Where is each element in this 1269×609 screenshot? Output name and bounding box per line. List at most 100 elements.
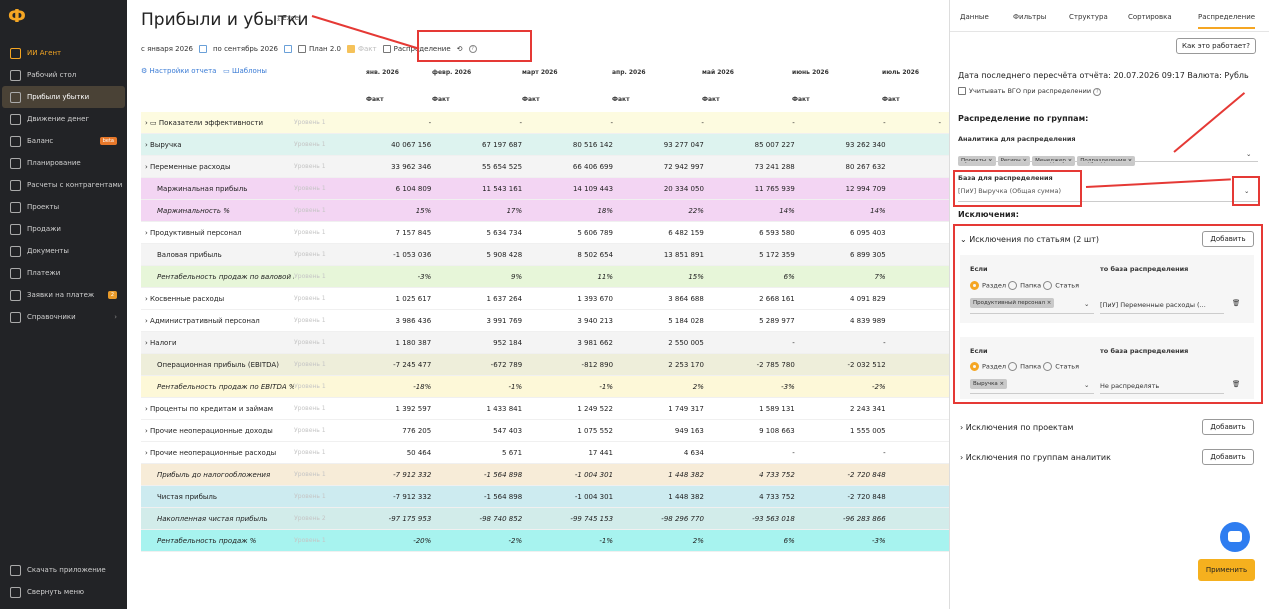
month-header[interactable]: март 2026 bbox=[522, 69, 558, 76]
sidebar-item-label: Продажи bbox=[27, 225, 61, 233]
panel-tab[interactable]: Структура bbox=[1069, 13, 1108, 21]
excel-export-button[interactable]: ⤓ Excel bbox=[277, 14, 301, 23]
rule1-select[interactable]: Продуктивный персонал × bbox=[970, 298, 1056, 308]
table-row[interactable]: Операционная прибыль (EBITDA) Уровень 1 -7… bbox=[141, 354, 949, 376]
table-cell: 4 634 bbox=[683, 448, 704, 457]
table-row[interactable]: Маржинальность % Уровень 1 15% 17% 18% 22% 14%… bbox=[141, 200, 949, 222]
chat-icon[interactable] bbox=[1220, 522, 1250, 552]
sidebar-bottom-item[interactable]: Свернуть меню bbox=[2, 581, 125, 603]
radio-group[interactable]: Раздел Папка Статья bbox=[970, 362, 1079, 371]
sidebar-item[interactable]: Рабочий стол bbox=[2, 64, 125, 86]
chevron-down-icon[interactable]: ⌄ bbox=[1084, 381, 1089, 389]
table-row[interactable]: › Продуктивный персонал Уровень 1 7 157 84… bbox=[141, 222, 949, 244]
plan-checkbox[interactable]: План 2.0 bbox=[298, 45, 341, 53]
table-header-months: янв. 2026 февр. 2026 март 2026 апр. 2026 май… bbox=[141, 69, 949, 81]
then-base-label: то база распределения bbox=[1100, 347, 1189, 355]
apply-button[interactable]: Применить bbox=[1198, 559, 1255, 581]
month-header[interactable]: май 2026 bbox=[702, 69, 734, 76]
table-cell: 93 277 047 bbox=[663, 140, 704, 149]
table-row[interactable]: Накопленная чистая прибыль Уровень 2 -97 1… bbox=[141, 508, 949, 530]
rule2-base-select[interactable]: Не распределять bbox=[1100, 382, 1159, 390]
vgo-checkbox[interactable]: Учитывать ВГО при распределении ? bbox=[958, 87, 1102, 96]
radio-group[interactable]: Раздел Папка Статья bbox=[970, 281, 1079, 290]
table-row[interactable]: Прибыль до налогообложения Уровень 1 -7 91… bbox=[141, 464, 949, 486]
sidebar-item[interactable]: ИИ Агент bbox=[2, 42, 125, 64]
row-label: › Выручка bbox=[141, 141, 294, 149]
sidebar-item[interactable]: Платежи bbox=[2, 262, 125, 284]
documents-icon bbox=[10, 245, 21, 257]
table-row[interactable]: Валовая прибыль Уровень 1 -1 053 036 5 908 … bbox=[141, 244, 949, 266]
row-label: Рентабельность продаж по валовой приб... bbox=[141, 273, 294, 281]
table-cell: -2% bbox=[872, 382, 886, 391]
exclusions-by-articles[interactable]: ⌄ Исключения по статьям (2 шт) bbox=[960, 235, 1099, 244]
panel-tab[interactable]: Данные bbox=[960, 13, 989, 21]
add-article-exclusion-button[interactable]: Добавить bbox=[1202, 231, 1254, 247]
row-level: Уровень 1 bbox=[294, 163, 326, 170]
table-cell: 6% bbox=[783, 536, 795, 545]
table-row[interactable]: › Выручка Уровень 1 40 067 156 67 197 687 80… bbox=[141, 134, 949, 156]
sidebar-item[interactable]: Баланс beta bbox=[2, 130, 125, 152]
month-header[interactable]: апр. 2026 bbox=[612, 69, 646, 76]
table-cell: 67 197 687 bbox=[481, 140, 523, 149]
sidebar-item[interactable]: Расчеты с контрагентами bbox=[2, 174, 125, 196]
sidebar-item[interactable]: Прибыли убытки bbox=[2, 86, 125, 108]
table-cell: 6 482 159 bbox=[668, 228, 704, 237]
month-header[interactable]: июнь 2026 bbox=[792, 69, 829, 76]
rule1-base-select[interactable]: [ПиУ] Переменные расходы (... bbox=[1100, 301, 1206, 309]
add-project-exclusion-button[interactable]: Добавить bbox=[1202, 419, 1254, 435]
sidebar-item[interactable]: Планирование bbox=[2, 152, 125, 174]
exclusions-by-groups[interactable]: › Исключения по группам аналитик bbox=[960, 453, 1111, 462]
month-header[interactable]: янв. 2026 bbox=[366, 69, 399, 76]
panel-tab[interactable]: Фильтры bbox=[1013, 13, 1046, 21]
sidebar-item[interactable]: Справочники › bbox=[2, 306, 125, 328]
panel-tab[interactable]: Сортировка bbox=[1128, 13, 1172, 21]
table-cell: 1 075 552 bbox=[577, 426, 613, 435]
table-cell: 22% bbox=[688, 206, 704, 215]
fact-subheader: Факт bbox=[702, 96, 720, 103]
panel-tab[interactable]: Распределение bbox=[1198, 13, 1256, 29]
table-row[interactable]: › Прочие неоперационные доходы Уровень 1 7… bbox=[141, 420, 949, 442]
chevron-right-icon: › bbox=[114, 313, 117, 321]
table-row[interactable]: › Косвенные расходы Уровень 1 1 025 617 1 6… bbox=[141, 288, 949, 310]
table-cell: 80 516 142 bbox=[572, 140, 613, 149]
chevron-down-icon[interactable]: ⌄ bbox=[1084, 300, 1089, 308]
table-row[interactable]: › Административный персонал Уровень 1 3 98… bbox=[141, 310, 949, 332]
month-header[interactable]: июль 2026 bbox=[882, 69, 919, 76]
month-header[interactable]: февр. 2026 bbox=[432, 69, 471, 76]
sidebar-item[interactable]: Движение денег bbox=[2, 108, 125, 130]
how-it-works-button[interactable]: Как это работает? bbox=[1176, 38, 1256, 54]
delete-icon[interactable]: 🗑 bbox=[1232, 380, 1240, 388]
rule2-select[interactable]: Выручка × bbox=[970, 379, 1009, 389]
sidebar-item[interactable]: Продажи bbox=[2, 218, 125, 240]
exclusions-by-projects[interactable]: › Исключения по проектам bbox=[960, 423, 1073, 432]
sidebar-item[interactable]: Документы bbox=[2, 240, 125, 262]
table-row[interactable]: Маржинальная прибыль Уровень 1 6 104 809 11… bbox=[141, 178, 949, 200]
table-row[interactable]: Рентабельность продаж по EBITDA % Уровень… bbox=[141, 376, 949, 398]
table-cell: -2 720 848 bbox=[847, 492, 886, 501]
delete-icon[interactable]: 🗑 bbox=[1232, 299, 1240, 307]
date-from[interactable]: с января 2026 bbox=[141, 45, 193, 53]
table-cell: -2 032 512 bbox=[847, 360, 886, 369]
table-row[interactable]: Чистая прибыль Уровень 1 -7 912 332 -1 564 … bbox=[141, 486, 949, 508]
date-to[interactable]: по сентябрь 2026 bbox=[213, 45, 278, 53]
sidebar-bottom-item[interactable]: Скачать приложение bbox=[2, 559, 125, 581]
table-row[interactable]: › Налоги Уровень 1 1 180 387 952 184 3 981 6… bbox=[141, 332, 949, 354]
table-row[interactable]: › Проценты по кредитам и займам Уровень 1… bbox=[141, 398, 949, 420]
chevron-down-icon[interactable]: ⌄ bbox=[1246, 150, 1251, 158]
table-cell: 5 184 028 bbox=[668, 316, 704, 325]
table-row[interactable]: › Прочие неоперационные расходы Уровень 1… bbox=[141, 442, 949, 464]
sidebar-item[interactable]: Заявки на платеж 2 bbox=[2, 284, 125, 306]
calendar-icon[interactable] bbox=[198, 45, 207, 53]
table-row[interactable]: Рентабельность продаж % Уровень 1 -20% -2% -… bbox=[141, 530, 949, 552]
table-cell: 2% bbox=[692, 382, 704, 391]
calendar-icon[interactable] bbox=[284, 45, 293, 53]
table-cell: 40 067 156 bbox=[391, 140, 432, 149]
add-group-exclusion-button[interactable]: Добавить bbox=[1202, 449, 1254, 465]
table-row[interactable]: Рентабельность продаж по валовой приб...… bbox=[141, 266, 949, 288]
sidebar-item-label: Расчеты с контрагентами bbox=[27, 181, 123, 189]
table-row[interactable]: › ▭ Показатели эффективности Уровень 1 - - -… bbox=[141, 112, 949, 134]
fact-checkbox[interactable]: Факт bbox=[346, 45, 377, 53]
table-row[interactable]: › Переменные расходы Уровень 1 33 962 346 5… bbox=[141, 156, 949, 178]
sidebar-item[interactable]: Проекты bbox=[2, 196, 125, 218]
sidebar-badge: 2 bbox=[107, 291, 117, 299]
